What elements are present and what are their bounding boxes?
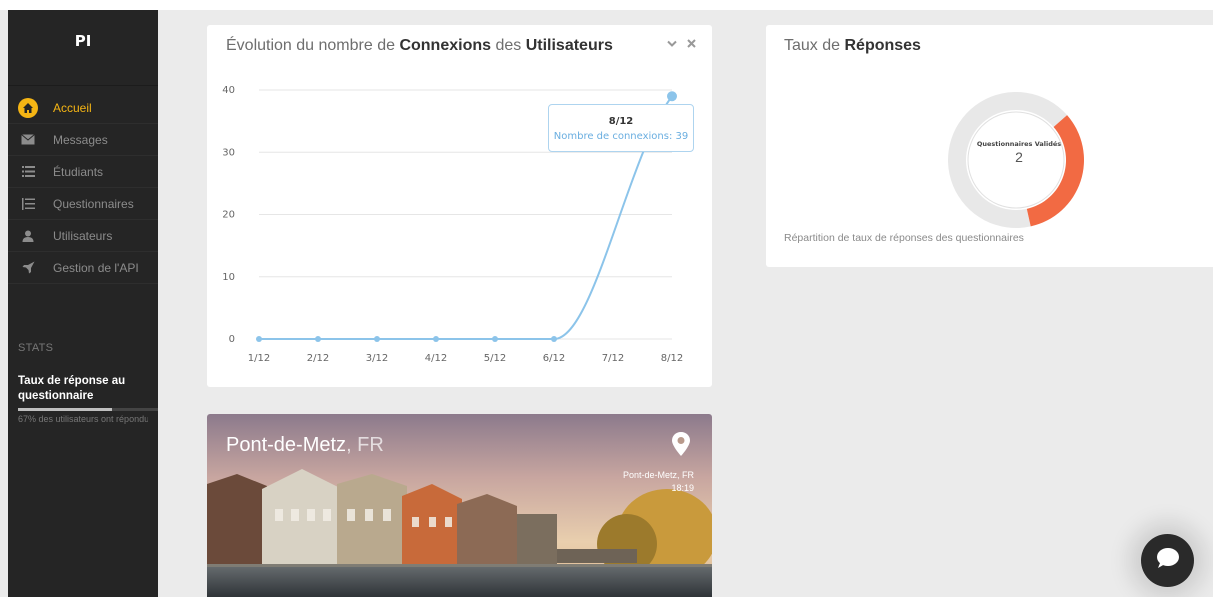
responses-card: Taux de Réponses Questionnaires Validés … bbox=[766, 25, 1213, 267]
chat-bubble-icon bbox=[1156, 547, 1180, 574]
y-tick-label: 20 bbox=[222, 210, 235, 221]
y-tick-label: 40 bbox=[222, 85, 235, 96]
sidebar-item-label: Accueil bbox=[53, 100, 92, 115]
sidebar-item-label: Étudiants bbox=[53, 164, 104, 179]
list-icon bbox=[18, 162, 38, 182]
responses-note: Répartition de taux de réponses des ques… bbox=[784, 232, 1024, 244]
x-tick-label: 1/12 bbox=[248, 353, 270, 364]
connections-chart-card: Évolution du nombre de Connexions des Ut… bbox=[207, 25, 712, 387]
user-icon bbox=[18, 226, 38, 246]
data-point bbox=[551, 336, 557, 342]
location-time: 18:19 bbox=[671, 483, 694, 493]
stats-progress-bar bbox=[18, 408, 158, 411]
chart-tooltip: 8/12 Nombre de connexions: 39 bbox=[548, 104, 694, 152]
brand-logo[interactable]: PI bbox=[8, 10, 158, 86]
donut-center-value: 2 bbox=[1015, 149, 1023, 165]
weather-card: Pont-de-Metz, FR Pont-de-Metz, FR 18:19 bbox=[207, 414, 712, 597]
sidebar-item-etudiants[interactable]: Étudiants bbox=[8, 156, 158, 188]
x-tick-label: 7/12 bbox=[602, 353, 624, 364]
sidebar-item-utilisateurs[interactable]: Utilisateurs bbox=[8, 220, 158, 252]
location-pin-icon[interactable] bbox=[672, 432, 690, 461]
envelope-icon bbox=[18, 130, 38, 150]
sidebar: PI Accueil Messages Étudiants Questionna… bbox=[8, 10, 158, 597]
stats-heading: STATS bbox=[18, 342, 54, 354]
x-tick-label: 4/12 bbox=[425, 353, 447, 364]
checklist-icon bbox=[18, 194, 38, 214]
x-tick-label: 6/12 bbox=[543, 353, 565, 364]
stats-label: Taux de réponse au questionnaire bbox=[18, 375, 126, 402]
data-point bbox=[667, 91, 677, 102]
x-tick-label: 5/12 bbox=[484, 353, 506, 364]
y-tick-label: 30 bbox=[222, 147, 235, 158]
sidebar-item-api[interactable]: Gestion de l'API bbox=[8, 252, 158, 284]
top-strip bbox=[0, 0, 1213, 10]
data-point bbox=[256, 336, 262, 342]
data-point bbox=[374, 336, 380, 342]
location-place: Pont-de-Metz, FR bbox=[622, 470, 694, 480]
home-icon bbox=[18, 97, 38, 118]
sidebar-item-messages[interactable]: Messages bbox=[8, 124, 158, 156]
location-meta: Pont-de-Metz, FR 18:19 bbox=[623, 469, 694, 495]
sidebar-item-label: Gestion de l'API bbox=[53, 260, 139, 275]
x-tick-label: 3/12 bbox=[366, 353, 388, 364]
data-point bbox=[315, 336, 321, 342]
sidebar-item-label: Utilisateurs bbox=[53, 228, 113, 243]
chat-button[interactable] bbox=[1141, 534, 1194, 587]
country-label: , FR bbox=[346, 434, 384, 456]
tooltip-date: 8/12 bbox=[608, 116, 634, 127]
line-chart: 0 10 20 30 40 1/12 2/12 3/12 4/12 5/12 6/12 7/12 8/1… bbox=[222, 85, 683, 364]
city-name: Pont-de-Metz, FR bbox=[226, 434, 384, 457]
stats-progress-fill bbox=[18, 408, 112, 411]
y-tick-label: 0 bbox=[229, 334, 235, 345]
y-tick-label: 10 bbox=[222, 272, 235, 283]
data-point bbox=[433, 336, 439, 342]
x-tick-label: 2/12 bbox=[307, 353, 329, 364]
tooltip-value: Nombre de connexions: 39 bbox=[553, 131, 689, 142]
sidebar-item-label: Messages bbox=[53, 132, 108, 147]
sidebar-item-accueil[interactable]: Accueil bbox=[8, 92, 158, 124]
rocket-icon bbox=[18, 258, 38, 278]
data-point bbox=[492, 336, 498, 342]
city-label: Pont-de-Metz bbox=[226, 434, 347, 456]
donut-center-label: Questionnaires Validés bbox=[976, 140, 1062, 148]
sidebar-item-label: Questionnaires bbox=[53, 196, 134, 211]
x-tick-label: 8/12 bbox=[661, 353, 683, 364]
sidebar-item-questionnaires[interactable]: Questionnaires bbox=[8, 188, 158, 220]
stats-note: 67% des utilisateurs ont répondu bbox=[18, 414, 148, 424]
